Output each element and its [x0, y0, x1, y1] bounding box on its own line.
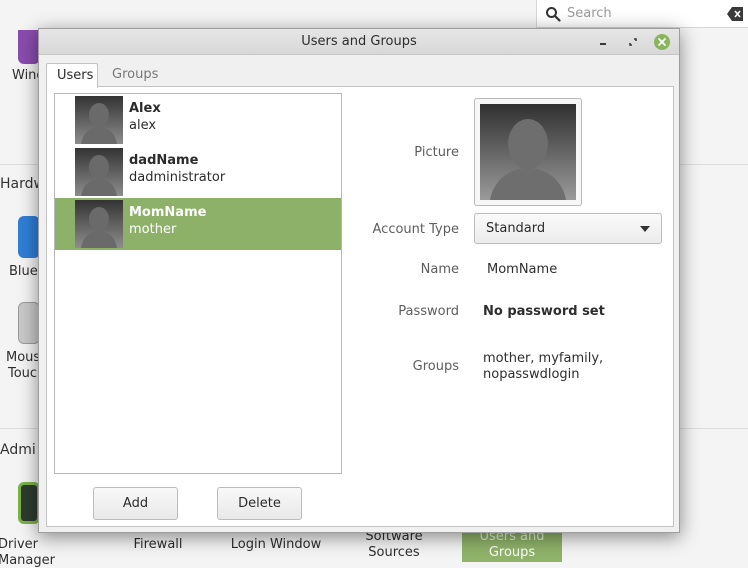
- list-item-user[interactable]: dadName dadministrator: [55, 146, 341, 198]
- users-and-groups-dialog: Users and Groups Users Groups Alex alex …: [38, 28, 680, 533]
- name-label: Name: [420, 262, 459, 277]
- windows-icon[interactable]: [18, 30, 40, 64]
- person-silhouette-icon: [490, 119, 566, 200]
- window-title: Users and Groups: [301, 34, 417, 49]
- close-icon[interactable]: [654, 34, 670, 50]
- software-sources-label-line2[interactable]: Sources: [354, 545, 434, 561]
- firewall-label[interactable]: Firewall: [118, 537, 198, 553]
- avatar: [75, 200, 123, 248]
- search-placeholder: Search: [567, 6, 612, 21]
- search-box[interactable]: Search: [536, 0, 748, 28]
- minimize-icon[interactable]: [595, 34, 611, 50]
- user-login-name: mother: [129, 222, 177, 237]
- user-display-name: Alex: [129, 101, 161, 116]
- avatar-large: [480, 104, 576, 200]
- password-label: Password: [398, 304, 459, 319]
- delete-user-button[interactable]: Delete: [217, 487, 302, 520]
- user-login-name: alex: [129, 118, 157, 133]
- driver-manager-icon[interactable]: [18, 482, 40, 524]
- users-groups-label-line2[interactable]: Groups: [462, 545, 562, 561]
- groups-label: Groups: [412, 359, 459, 374]
- login-window-label[interactable]: Login Window: [222, 537, 330, 553]
- chevron-down-icon: [640, 226, 650, 232]
- user-display-name: dadName: [129, 153, 199, 168]
- person-silhouette-icon: [81, 207, 117, 248]
- groups-value-line1[interactable]: mother, myfamily,: [483, 351, 603, 367]
- picture-label: Picture: [414, 145, 459, 160]
- account-type-label: Account Type: [372, 222, 459, 237]
- person-silhouette-icon: [81, 155, 117, 196]
- avatar: [75, 148, 123, 196]
- titlebar[interactable]: Users and Groups: [39, 29, 679, 55]
- avatar: [75, 96, 123, 144]
- mouse-label-line2: Touc: [8, 366, 38, 381]
- list-item-user[interactable]: Alex alex: [55, 94, 341, 146]
- mouse-icon[interactable]: [18, 302, 40, 344]
- user-display-name: MomName: [129, 205, 207, 220]
- mouse-label-line1: Mous: [6, 350, 41, 365]
- administration-section-title: Admi: [0, 442, 36, 458]
- picture-button[interactable]: [474, 98, 582, 206]
- bluetooth-label: Blue: [9, 264, 38, 279]
- users-panel: Alex alex dadName dadministrator MomName…: [46, 86, 674, 527]
- user-login-name: dadministrator: [129, 170, 226, 185]
- tab-groups[interactable]: Groups: [102, 63, 166, 88]
- list-item-user-selected[interactable]: MomName mother: [55, 198, 341, 250]
- account-type-value: Standard: [486, 221, 546, 236]
- account-type-dropdown[interactable]: Standard: [474, 213, 662, 244]
- driver-manager-label[interactable]: Driver Manager: [0, 537, 90, 568]
- search-icon: [546, 7, 561, 22]
- name-value[interactable]: MomName: [487, 262, 557, 278]
- user-list[interactable]: Alex alex dadName dadministrator MomName…: [54, 93, 342, 474]
- password-value[interactable]: No password set: [483, 304, 605, 320]
- add-user-button[interactable]: Add: [93, 487, 178, 520]
- tab-users[interactable]: Users: [46, 63, 98, 88]
- maximize-icon[interactable]: [625, 34, 641, 50]
- bluetooth-icon[interactable]: [18, 216, 40, 258]
- clear-search-icon[interactable]: [726, 6, 744, 22]
- person-silhouette-icon: [81, 103, 117, 144]
- groups-value-line2[interactable]: nopasswdlogin: [483, 367, 580, 383]
